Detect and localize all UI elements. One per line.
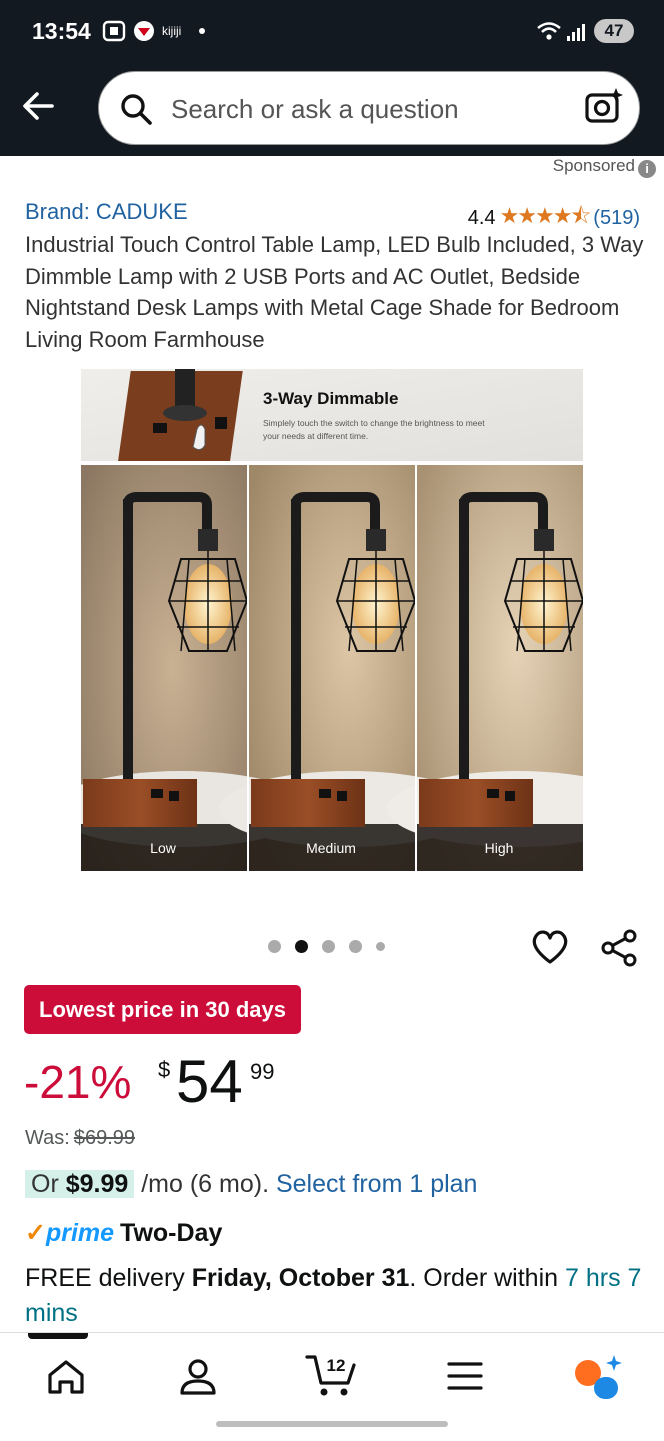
banner-subtitle-1: Simplely touch the switch to change the … [263,418,485,428]
info-icon[interactable]: i [638,160,656,178]
signal-icon [567,24,585,41]
sponsored-text: Sponsored [552,156,635,175]
monthly-plan: Or $9.99 /mo (6 mo). Select from 1 plan [25,1170,477,1199]
image-carousel-dots[interactable] [268,940,385,953]
back-arrow-icon[interactable] [18,86,58,126]
rufus-assistant-icon[interactable] [572,1353,624,1401]
prime-check-icon: ✓ [25,1219,46,1247]
status-bar: 13:54 kijiji 47 [0,0,664,62]
sponsored-label: Sponsored i [553,156,656,178]
product-title: Industrial Touch Control Table Lamp, LED… [25,232,644,352]
was-label: Was: [25,1127,70,1149]
panel-label-medium: Medium [306,840,356,856]
rating-value: 4.4 [467,206,496,229]
cart-count: 12 [327,1356,346,1375]
prime-badge: ✓prime Two-Day [25,1218,222,1248]
carousel-dot[interactable] [322,940,335,953]
screenshot-icon [102,20,126,42]
share-icon[interactable] [600,928,640,968]
free-delivery-text: FREE delivery [25,1264,192,1292]
monthly-prefix: Or [31,1170,66,1198]
panel-label-high: High [485,840,514,856]
was-price: Was: $69.99 [25,1127,135,1150]
discount-percent: -21% [24,1056,132,1108]
search-icon [121,94,152,125]
was-price-value: $69.99 [73,1127,135,1149]
two-day-label: Two-Day [120,1219,223,1247]
order-within-text: . Order within [409,1264,565,1292]
monthly-amount-highlight: Or $9.99 [25,1170,135,1198]
account-icon[interactable] [176,1355,220,1399]
wishlist-heart-icon[interactable] [530,928,570,966]
select-plan-link[interactable]: Select from 1 plan [276,1170,478,1198]
camera-search-icon[interactable] [583,86,625,128]
carousel-dot[interactable] [268,940,281,953]
panel-label-low: Low [150,840,177,856]
monthly-suffix: /mo (6 mo). [134,1170,276,1198]
prime-logo: prime [45,1219,115,1247]
carousel-dot-active[interactable] [295,940,308,953]
deal-badge: Lowest price in 30 days [24,985,301,1034]
carousel-dot[interactable] [376,942,385,951]
cart-icon[interactable]: 12 [304,1349,360,1399]
banner-title: 3-Way Dimmable [263,389,398,408]
delivery-date: Friday, October 31 [191,1264,410,1292]
banner-subtitle-2: your needs at different time. [263,431,368,441]
brand-link[interactable]: Brand: CADUKE [25,199,188,225]
delivery-info: FREE delivery Friday, October 31. Order … [25,1261,645,1331]
search-placeholder: Search or ask a question [171,94,459,124]
carousel-dot[interactable] [349,940,362,953]
top-search-bar: Search or ask a question [0,62,664,156]
status-time: 13:54 [32,18,91,44]
price-whole: 54 [176,1048,243,1115]
monthly-amount: $9.99 [65,1170,129,1198]
product-image[interactable]: 3-Way Dimmable Simplely touch the switch… [81,369,583,871]
shield-icon [134,21,154,41]
wifi-icon [537,22,561,40]
notification-dot [199,28,205,34]
home-icon[interactable] [44,1355,88,1399]
search-input[interactable]: Search or ask a question [98,71,640,145]
price-fraction: 99 [250,1059,275,1084]
status-app-name: kijiji [162,24,182,38]
battery-indicator: 47 [594,19,634,43]
active-tab-indicator [28,1333,88,1339]
menu-icon[interactable] [444,1355,486,1397]
price-currency: $ [158,1057,171,1082]
gesture-bar [216,1421,448,1427]
rating-count: (519) [593,206,640,229]
